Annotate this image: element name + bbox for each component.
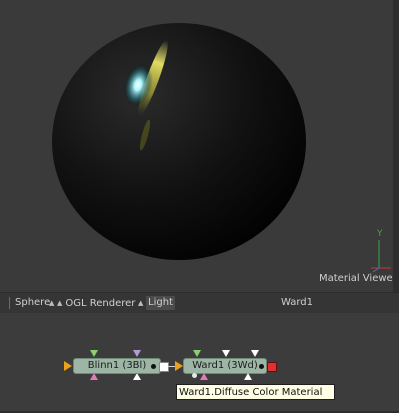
ward-output-dot[interactable] <box>259 364 264 369</box>
node-blinn1[interactable]: Blinn1 (3Bl) <box>73 358 161 374</box>
port-tooltip: Ward1.Diffuse Color Material <box>176 384 335 400</box>
ward-output-port[interactable] <box>267 362 277 372</box>
node-ward1[interactable]: Ward1 (3Wd) <box>183 358 267 374</box>
blinn-bottom-input-white-icon[interactable] <box>133 373 141 380</box>
blinn-output-port[interactable] <box>159 362 169 372</box>
blinn-top-input-purple-icon[interactable] <box>133 350 141 357</box>
tab-light[interactable]: Light <box>146 296 175 310</box>
ward-input-triangle-icon[interactable] <box>175 361 183 371</box>
tab-light-label: Light <box>148 297 173 308</box>
viewer-title: Material Viewer <box>319 273 397 284</box>
triangle-up-icon: ▲ <box>138 299 144 307</box>
triangle-up-icon: ▲ <box>49 299 55 307</box>
node-ward1-label: Ward1 (3Wd) <box>192 360 258 371</box>
tab-sphere-arrow: ▲ <box>49 296 57 310</box>
tab-sphere-label: Sphere <box>15 297 51 308</box>
ward-bottom-input-dot-icon[interactable] <box>192 373 197 378</box>
viewer-tab-bar: Sphere ▲ OGL Renderer ▲ Light ▲ Ward1 <box>0 292 399 314</box>
ward-bottom-input-pink-icon[interactable] <box>200 373 208 380</box>
ward-top-input-white-icon[interactable] <box>222 350 230 357</box>
material-preview-sphere <box>52 23 306 260</box>
blinn-input-triangle-icon[interactable] <box>64 361 72 371</box>
triangle-up-icon: ▲ <box>57 299 63 307</box>
axis-y-label: Y <box>377 229 383 239</box>
ward-bottom-input-white-icon[interactable] <box>244 373 252 380</box>
tab-sphere[interactable]: Sphere <box>15 296 50 310</box>
material-viewer[interactable]: Y Material Viewer <box>0 0 399 292</box>
node-blinn1-label: Blinn1 (3Bl) <box>87 360 147 371</box>
tab-ogl-renderer[interactable]: ▲ OGL Renderer <box>57 296 135 310</box>
tab-ogl-renderer-label: OGL Renderer <box>65 298 136 309</box>
blinn-output-dot[interactable] <box>151 364 156 369</box>
viewer-right-edge <box>393 0 399 292</box>
tab-separator <box>9 297 10 309</box>
current-node-name: Ward1 <box>281 297 314 308</box>
ward-top-input-green-icon[interactable] <box>193 350 201 357</box>
blinn-top-input-green-icon[interactable] <box>90 350 98 357</box>
blinn-bottom-input-pink-icon[interactable] <box>90 373 98 380</box>
ward-top-input-white2-icon[interactable] <box>251 350 259 357</box>
